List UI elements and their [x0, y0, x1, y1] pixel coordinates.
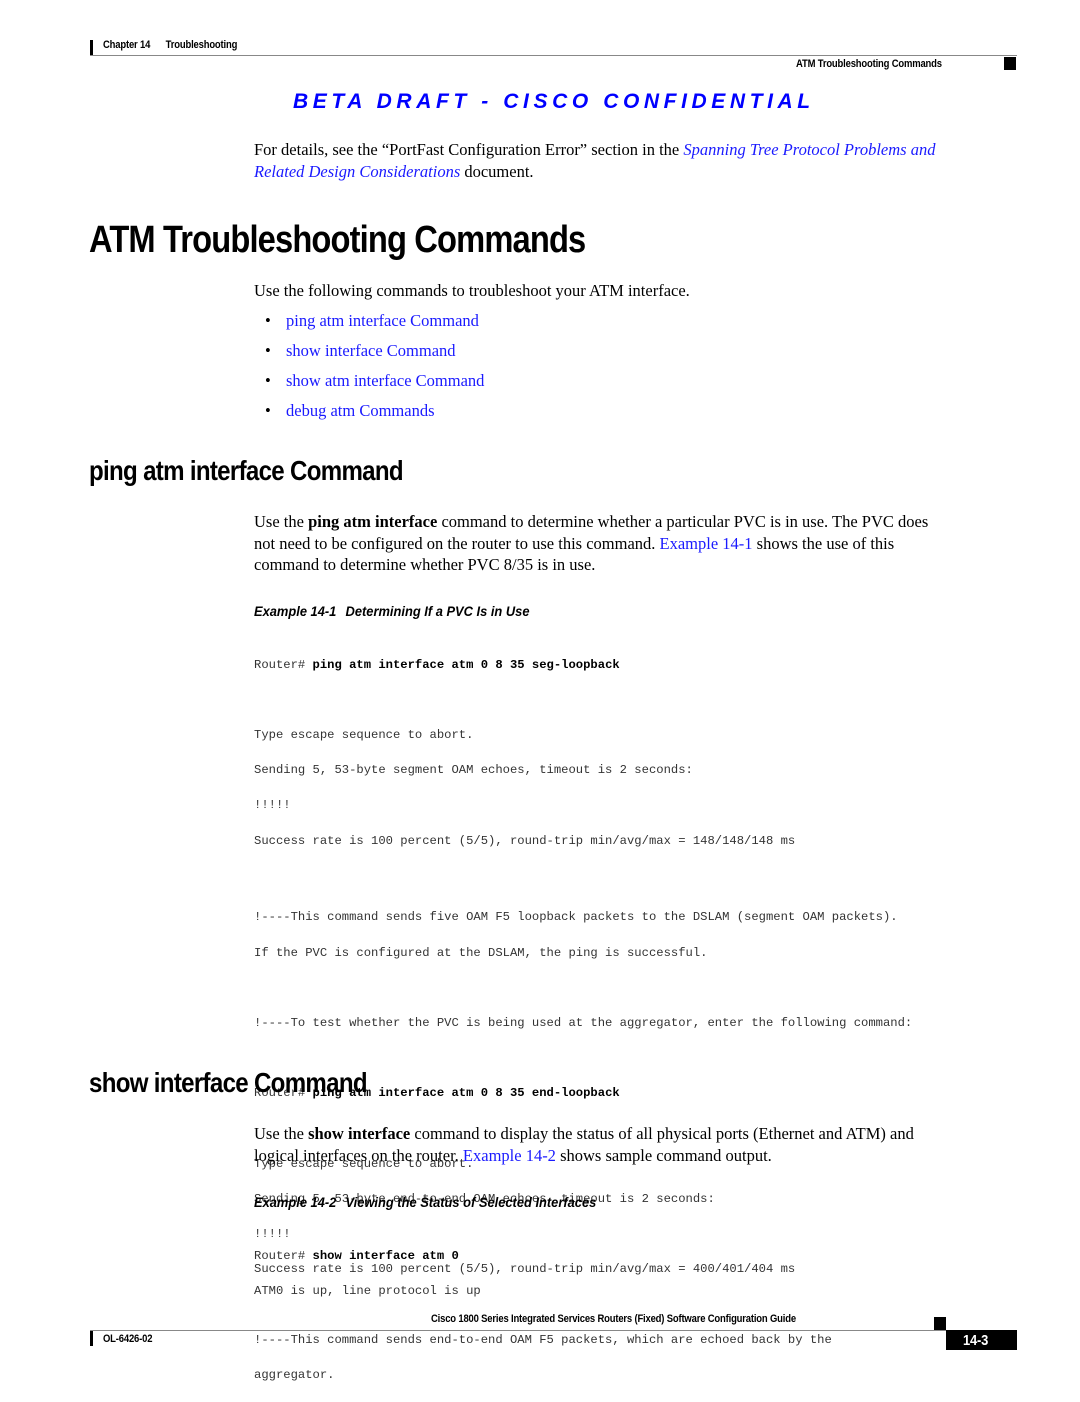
code-comment: !----This command sends five OAM F5 loop… [254, 910, 898, 925]
example-caption: Example 14-1 Determining If a PVC Is in U… [254, 603, 529, 619]
header-left-bar [90, 40, 93, 55]
toc-item: • show interface Command [256, 340, 484, 370]
page-number-badge: 14-3 [946, 1330, 1017, 1350]
bullet-icon: • [265, 401, 271, 420]
command-name: show interface [308, 1124, 411, 1143]
command: show interface atm 0 [312, 1248, 459, 1263]
ping-description: Use the ping atm interface command to de… [254, 511, 1044, 576]
code-output: Type escape sequence to abort. [254, 727, 474, 742]
show-interface-description: Use the show interface command to displa… [254, 1123, 1044, 1166]
code-output: ATM0 is up, line protocol is up [254, 1283, 481, 1298]
header-rule [90, 55, 1017, 56]
spanning-tree-doc-link[interactable]: Spanning Tree Protocol Problems and [683, 140, 935, 159]
bullet-icon: • [265, 311, 271, 330]
footer-left-bar [90, 1331, 93, 1346]
toc-item: • debug atm Commands [256, 400, 484, 430]
prompt: Router# [254, 657, 313, 672]
toc-link-show-atm-interface[interactable]: show atm interface Command [286, 371, 484, 390]
toc-item: • show atm interface Command [256, 370, 484, 400]
command-name: ping atm interface [308, 512, 438, 531]
example-14-2-link[interactable]: Example 14-2 [463, 1146, 556, 1165]
running-header-chapter: Chapter 14 Troubleshooting [103, 39, 237, 51]
code-comment: aggregator. [254, 1367, 335, 1382]
header-marker-square [1004, 57, 1016, 70]
main-intro-text: Use the following commands to troublesho… [254, 281, 690, 300]
text: command to determine whether PVC 8/35 is… [254, 555, 596, 574]
example-caption: Example 14-2 Viewing the Status of Select… [254, 1194, 596, 1210]
code-comment: If the PVC is configured at the DSLAM, t… [254, 945, 708, 960]
toc-item: • ping atm interface Command [256, 310, 484, 340]
spanning-tree-doc-link-cont[interactable]: Related Design Considerations [254, 162, 460, 181]
code-output: Success rate is 100 percent (5/5), round… [254, 833, 796, 848]
code-command-line: Router# ping atm interface atm 0 8 35 se… [254, 657, 912, 675]
example-14-1-link[interactable]: Example 14-1 [660, 534, 753, 553]
toc-link-debug-atm[interactable]: debug atm Commands [286, 401, 434, 420]
text: shows sample command output. [555, 1145, 772, 1165]
text: logical interfaces on the router. [254, 1145, 463, 1165]
code-output: Sending 5, 53-byte segment OAM echoes, t… [254, 763, 693, 778]
footer-guide-title: Cisco 1800 Series Integrated Services Ro… [431, 1313, 796, 1325]
section-heading-show-interface: show interface Command [89, 1067, 368, 1098]
code-command-line: Router# show interface atm 0 [254, 1248, 481, 1266]
text: shows the use of this [752, 533, 895, 553]
text: Use the [254, 512, 309, 531]
footer-doc-number: OL-6426-02 [103, 1333, 153, 1345]
running-header-section: ATM Troubleshooting Commands [796, 58, 942, 70]
text: command to display the status of all phy… [410, 1124, 914, 1143]
code-comment: !----To test whether the PVC is being us… [254, 1015, 913, 1030]
bullet-icon: • [265, 341, 271, 360]
text: not need to be configured on the router … [254, 533, 660, 553]
page-number: 14-3 [963, 1332, 989, 1349]
code-output: !!!!! [254, 798, 291, 813]
beta-draft-watermark: BETA DRAFT - CISCO CONFIDENTIAL [293, 90, 815, 113]
command: ping atm interface atm 0 8 35 seg-loopba… [312, 657, 620, 672]
toc-link-show-interface[interactable]: show interface Command [286, 341, 456, 360]
text: command to determine whether a particula… [437, 512, 929, 531]
example-title: Determining If a PVC Is in Use [345, 603, 530, 619]
intro-text: For details, see the “PortFast Configura… [254, 140, 684, 159]
footer-marker-square [934, 1317, 946, 1330]
toc-link-ping-atm-interface[interactable]: ping atm interface Command [286, 311, 479, 330]
example-number: Example 14-1 [254, 603, 337, 619]
bullet-icon: • [265, 371, 271, 390]
section-heading-ping-atm-interface: ping atm interface Command [89, 455, 404, 486]
chapter-title: Troubleshooting [165, 39, 238, 51]
intro-text-end: document. [460, 161, 534, 181]
chapter-label: Chapter 14 [103, 39, 151, 51]
footer-rule [90, 1330, 1017, 1331]
example-title: Viewing the Status of Selected Interface… [345, 1194, 597, 1210]
text: Use the [254, 1124, 309, 1143]
toc-list: • ping atm interface Command • show interf… [256, 310, 484, 430]
code-example-14-2: Router# show interface atm 0 ATM0 is up,… [254, 1230, 481, 1318]
code-comment: !----This command sends end-to-end OAM F… [254, 1332, 832, 1347]
example-number: Example 14-2 [254, 1194, 337, 1210]
intro-paragraph: For details, see the “PortFast Configura… [254, 139, 1034, 182]
prompt: Router# [254, 1248, 313, 1263]
page-title: ATM Troubleshooting Commands [89, 219, 586, 261]
